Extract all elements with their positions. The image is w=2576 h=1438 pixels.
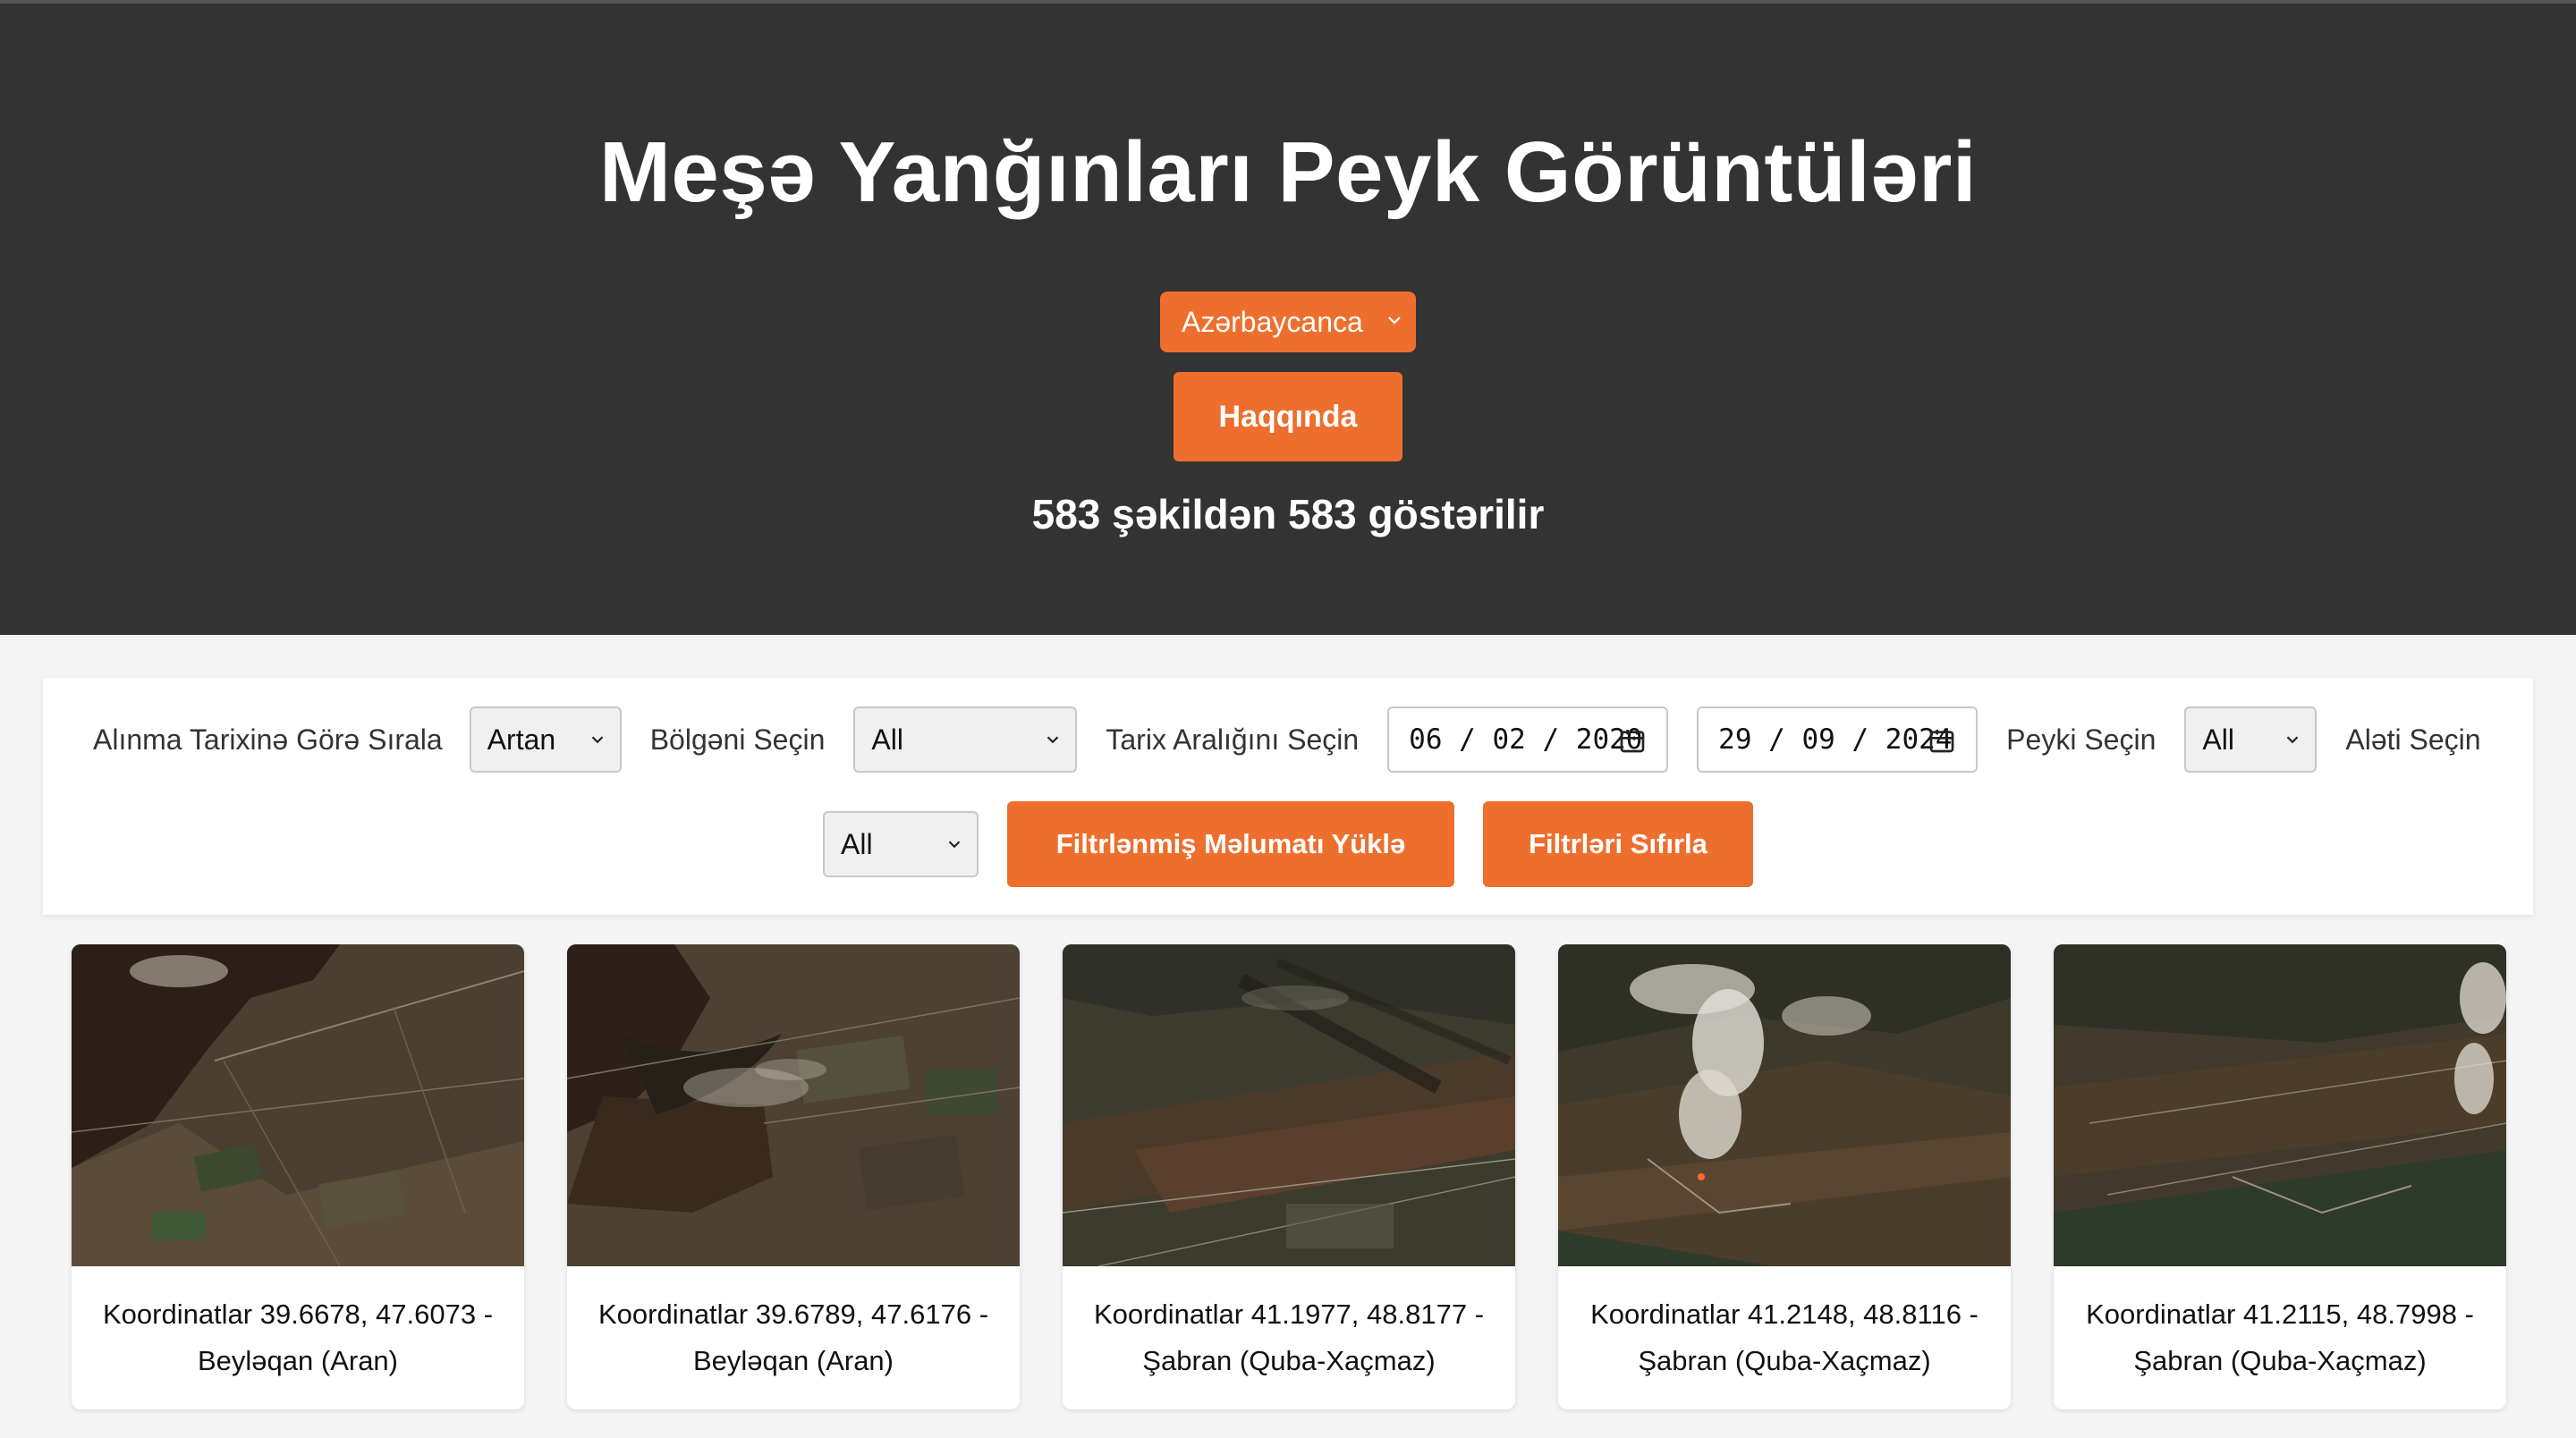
- card-caption: Koordinatlar 39.6678, 47.6073 - Beyləqan…: [72, 1266, 524, 1409]
- calendar-icon[interactable]: [1618, 726, 1647, 755]
- card-region: Şabran (Quba-Xaçmaz): [1638, 1345, 1931, 1376]
- filter-row-actions: All Filtrlənmiş Məlumatı Yüklə Filtrləri…: [823, 801, 1753, 887]
- satellite-select-value: All: [2202, 723, 2234, 756]
- satellite-image: [72, 944, 524, 1266]
- card-region: Beyləqan (Aran): [692, 1345, 894, 1376]
- satellite-image: [1558, 944, 2011, 1266]
- date-to-input[interactable]: 29 / 09 / 2024: [1697, 706, 1979, 773]
- language-select[interactable]: Azərbaycanca: [1160, 292, 1416, 352]
- date-from-value: 06 / 02 / 2020: [1409, 723, 1643, 756]
- image-card[interactable]: Koordinatlar 41.1977, 48.8177 - Şabran (…: [1063, 944, 1515, 1409]
- sort-label: Alınma Tarixinə Görə Sırala: [93, 723, 443, 756]
- image-count-text: 583 şəkildən 583 göstərilir: [1031, 491, 1545, 537]
- image-grid: Koordinatlar 39.6678, 47.6073 - Beyləqan…: [72, 944, 2506, 1409]
- page-title: Meşə Yanğınları Peyk Görüntüləri: [598, 124, 1978, 220]
- card-region: Şabran (Quba-Xaçmaz): [2133, 1345, 2427, 1376]
- load-filtered-button[interactable]: Filtrlənmiş Məlumatı Yüklə: [1007, 801, 1454, 887]
- region-select-value: All: [871, 723, 903, 756]
- satellite-select[interactable]: All: [2184, 706, 2318, 773]
- satellite-image: [2054, 944, 2506, 1266]
- language-select-value: Azərbaycanca: [1182, 305, 1363, 338]
- satellite-image: [1063, 944, 1515, 1266]
- card-coordinates: Koordinatlar 41.2115, 48.7998 -: [2086, 1298, 2474, 1330]
- card-caption: Koordinatlar 39.6789, 47.6176 - Beyləqan…: [567, 1266, 1020, 1409]
- chevron-down-icon: [948, 841, 961, 849]
- region-select[interactable]: All: [853, 706, 1078, 773]
- about-button[interactable]: Haqqında: [1174, 372, 1402, 461]
- card-coordinates: Koordinatlar 41.1977, 48.8177 -: [1093, 1298, 1485, 1330]
- instrument-select[interactable]: All: [823, 811, 979, 877]
- filter-row-primary: Alınma Tarixinə Görə Sırala Artan Bölgən…: [93, 706, 2481, 773]
- date-from-input[interactable]: 06 / 02 / 2020: [1387, 706, 1669, 773]
- calendar-icon[interactable]: [1928, 726, 1956, 755]
- card-region: Beyləqan (Aran): [197, 1345, 398, 1376]
- page-header: Meşə Yanğınları Peyk Görüntüləri Azərbay…: [0, 4, 2576, 635]
- card-coordinates: Koordinatlar 39.6678, 47.6073 -: [102, 1298, 494, 1330]
- image-card[interactable]: Koordinatlar 39.6678, 47.6073 - Beyləqan…: [72, 944, 524, 1409]
- image-card[interactable]: Koordinatlar 39.6789, 47.6176 - Beyləqan…: [567, 944, 1020, 1409]
- date-to-value: 29 / 09 / 2024: [1718, 723, 1953, 756]
- card-caption: Koordinatlar 41.2115, 48.7998 - Şabran (…: [2054, 1266, 2506, 1409]
- filter-panel: Alınma Tarixinə Görə Sırala Artan Bölgən…: [43, 678, 2533, 915]
- satellite-label: Peyki Seçin: [2006, 723, 2157, 756]
- card-region: Şabran (Quba-Xaçmaz): [1142, 1345, 1436, 1376]
- region-label: Bölgəni Seçin: [649, 723, 826, 756]
- chevron-down-icon: [2287, 736, 2299, 744]
- image-card[interactable]: Koordinatlar 41.2115, 48.7998 - Şabran (…: [2054, 944, 2506, 1409]
- reset-filters-button[interactable]: Filtrləri Sıfırla: [1483, 801, 1753, 887]
- card-coordinates: Koordinatlar 41.2148, 48.8116 -: [1590, 1298, 1979, 1330]
- card-caption: Koordinatlar 41.2148, 48.8116 - Şabran (…: [1558, 1266, 2011, 1409]
- image-card[interactable]: Koordinatlar 41.2148, 48.8116 - Şabran (…: [1558, 944, 2011, 1409]
- instrument-select-value: All: [841, 827, 873, 860]
- card-caption: Koordinatlar 41.1977, 48.8177 - Şabran (…: [1063, 1266, 1515, 1409]
- instrument-label: Aləti Seçin: [2345, 723, 2481, 756]
- card-coordinates: Koordinatlar 39.6789, 47.6176 -: [597, 1298, 989, 1330]
- date-range-label: Tarix Aralığını Seçin: [1106, 723, 1360, 756]
- sort-select[interactable]: Artan: [469, 706, 622, 773]
- sort-select-value: Artan: [487, 723, 556, 756]
- chevron-down-icon: [1388, 317, 1401, 325]
- satellite-image: [567, 944, 1020, 1266]
- chevron-down-icon: [591, 736, 603, 744]
- chevron-down-icon: [1047, 736, 1059, 744]
